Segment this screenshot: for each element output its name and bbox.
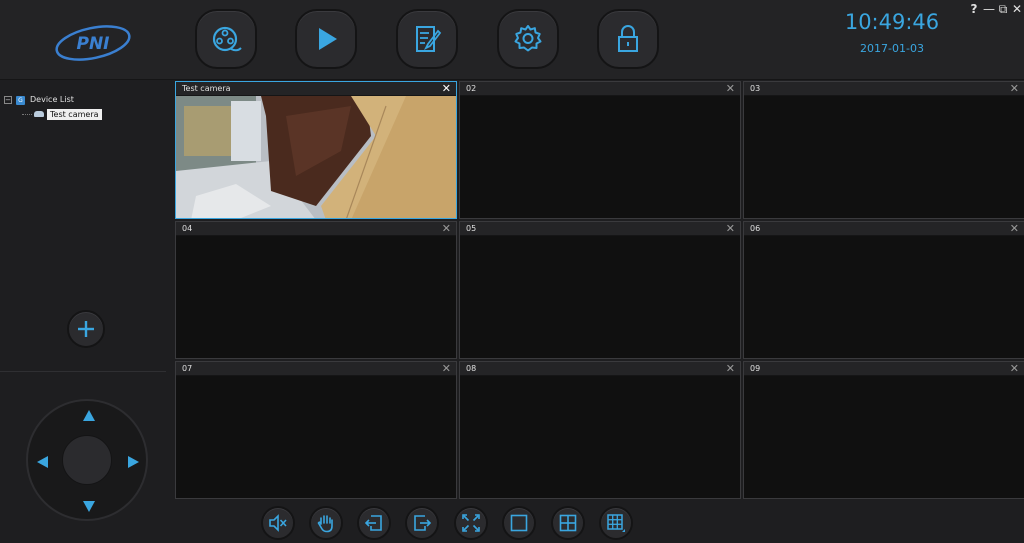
tree-root[interactable]: − G Device List xyxy=(4,93,102,107)
single-view-icon xyxy=(510,514,528,532)
cell-title: Test camera xyxy=(182,84,231,93)
page-forward-icon xyxy=(414,515,432,531)
camera-feed-image xyxy=(176,96,456,218)
cell-header: 05 ✕ xyxy=(460,222,740,236)
video-cell-1[interactable]: Test camera ✕ xyxy=(175,81,457,219)
sidebar-divider xyxy=(0,371,166,372)
cell-close-icon[interactable]: ✕ xyxy=(442,362,451,375)
sidebar: − G Device List Test camera xyxy=(0,81,166,543)
tree-item-test-camera[interactable]: Test camera xyxy=(4,107,102,121)
cell-header: 08 ✕ xyxy=(460,362,740,376)
close-window-button[interactable]: ✕ xyxy=(1011,2,1023,16)
video-cell-8[interactable]: 08 ✕ xyxy=(459,361,741,499)
cell-header: 04 ✕ xyxy=(176,222,456,236)
tree-item-label: Test camera xyxy=(47,108,102,120)
header-bar: PNI 10:49:46 2017-01-03 ? — ⧉ ✕ xyxy=(0,0,1024,80)
video-cell-4[interactable]: 04 ✕ xyxy=(175,221,457,359)
ptz-right-arrow-icon[interactable] xyxy=(128,456,139,468)
cell-header: Test camera ✕ xyxy=(176,82,456,96)
tree-collapse-toggle[interactable]: − xyxy=(4,96,12,104)
nine-view-icon xyxy=(607,514,625,532)
camera-icon xyxy=(34,111,44,117)
cell-header: 07 ✕ xyxy=(176,362,456,376)
ptz-center-button[interactable] xyxy=(62,435,112,485)
nav-lock-button[interactable] xyxy=(597,9,659,69)
previous-page-button[interactable] xyxy=(357,506,391,540)
cell-close-icon[interactable]: ✕ xyxy=(442,222,451,235)
cell-close-icon[interactable]: ✕ xyxy=(726,222,735,235)
clock-date: 2017-01-03 xyxy=(860,42,924,55)
mute-button[interactable] xyxy=(261,506,295,540)
nav-live-view-button[interactable] xyxy=(195,9,257,69)
cell-title: 06 xyxy=(750,224,761,233)
cell-header: 06 ✕ xyxy=(744,222,1024,236)
cell-close-icon[interactable]: ✕ xyxy=(726,82,735,95)
play-icon xyxy=(319,28,337,50)
svg-text:PNI: PNI xyxy=(76,34,109,54)
clock-time: 10:49:46 xyxy=(844,10,940,34)
cell-close-icon[interactable]: ✕ xyxy=(1010,362,1019,375)
video-grid: Test camera ✕ 02 ✕ 03 ✕ 04 ✕ 05 ✕ 06 ✕ 0… xyxy=(175,81,1024,499)
cell-title: 08 xyxy=(466,364,477,373)
video-cell-3[interactable]: 03 ✕ xyxy=(743,81,1024,219)
video-cell-9[interactable]: 09 ✕ xyxy=(743,361,1024,499)
cell-title: 03 xyxy=(750,84,761,93)
cell-title: 02 xyxy=(466,84,477,93)
document-edit-icon xyxy=(416,26,442,52)
plus-icon xyxy=(78,321,94,337)
tree-root-label: Device List xyxy=(30,95,74,104)
cell-header: 02 ✕ xyxy=(460,82,740,96)
help-button[interactable]: ? xyxy=(968,2,980,16)
film-reel-icon xyxy=(212,26,242,52)
hand-icon xyxy=(317,515,333,533)
cell-close-icon[interactable]: ✕ xyxy=(442,82,451,95)
cell-title: 09 xyxy=(750,364,761,373)
next-page-button[interactable] xyxy=(405,506,439,540)
add-device-button[interactable] xyxy=(67,310,105,348)
fullscreen-icon xyxy=(462,514,480,532)
device-group-icon: G xyxy=(16,95,25,105)
cell-close-icon[interactable]: ✕ xyxy=(1010,82,1019,95)
fullscreen-button[interactable] xyxy=(454,506,488,540)
nav-log-button[interactable] xyxy=(396,9,458,69)
speaker-mute-icon xyxy=(269,514,287,532)
video-cell-7[interactable]: 07 ✕ xyxy=(175,361,457,499)
page-back-icon xyxy=(364,515,382,531)
restore-button[interactable]: ⧉ xyxy=(997,2,1009,16)
bottom-toolbar xyxy=(0,502,1024,543)
device-tree: − G Device List Test camera xyxy=(4,93,102,121)
lock-icon xyxy=(618,25,638,52)
nav-playback-button[interactable] xyxy=(295,9,357,69)
tree-connector xyxy=(22,113,32,115)
layout-4-button[interactable] xyxy=(551,506,585,540)
layout-9-button[interactable] xyxy=(599,506,633,540)
gear-icon xyxy=(514,25,542,52)
cell-header: 03 ✕ xyxy=(744,82,1024,96)
layout-1-button[interactable] xyxy=(502,506,536,540)
nav-settings-button[interactable] xyxy=(497,9,559,69)
ptz-up-arrow-icon[interactable] xyxy=(83,410,95,421)
quad-view-icon xyxy=(559,514,577,532)
ptz-left-arrow-icon[interactable] xyxy=(37,456,48,468)
video-cell-2[interactable]: 02 ✕ xyxy=(459,81,741,219)
cell-header: 09 ✕ xyxy=(744,362,1024,376)
cell-close-icon[interactable]: ✕ xyxy=(726,362,735,375)
cell-title: 04 xyxy=(182,224,193,233)
pni-logo: PNI xyxy=(54,24,132,62)
cell-close-icon[interactable]: ✕ xyxy=(1010,222,1019,235)
video-cell-6[interactable]: 06 ✕ xyxy=(743,221,1024,359)
cell-title: 05 xyxy=(466,224,477,233)
video-cell-5[interactable]: 05 ✕ xyxy=(459,221,741,359)
cell-title: 07 xyxy=(182,364,193,373)
hand-button[interactable] xyxy=(309,506,343,540)
minimize-button[interactable]: — xyxy=(983,2,995,16)
